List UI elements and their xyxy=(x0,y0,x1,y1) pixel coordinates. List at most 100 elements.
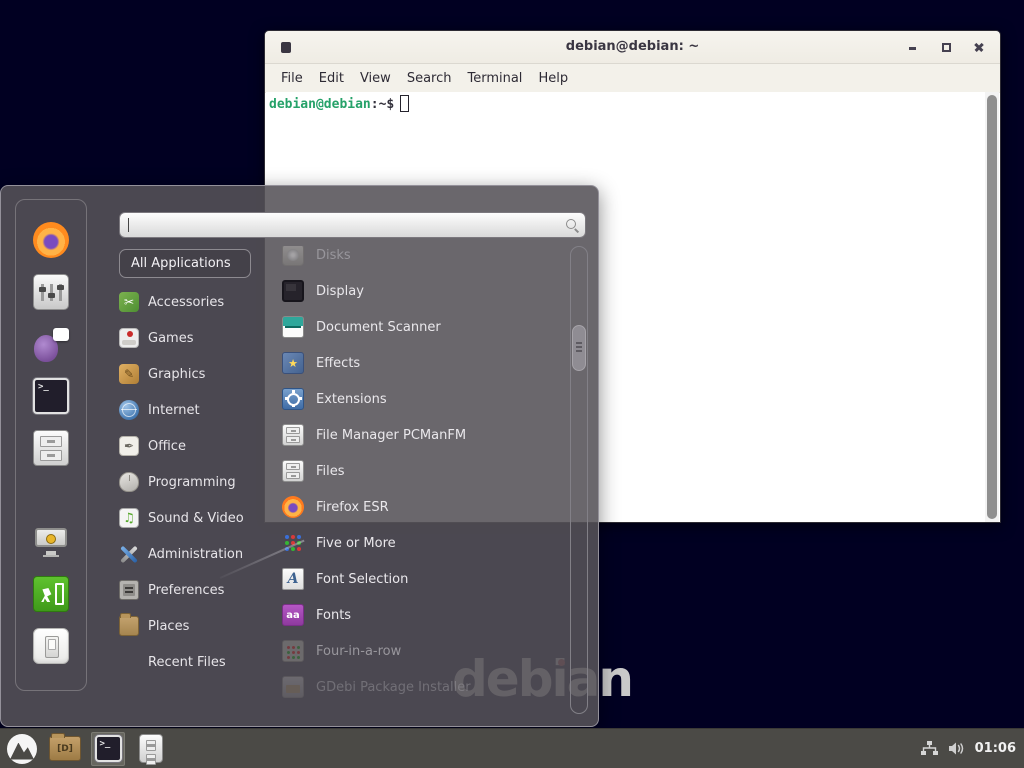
category-sound-video[interactable]: Sound & Video xyxy=(119,500,251,536)
cabinet-icon xyxy=(282,424,304,446)
menu-scrollbar[interactable] xyxy=(570,246,588,714)
app-file-manager-pcmanfm[interactable]: File Manager PCManFM xyxy=(282,417,570,453)
category-programming[interactable]: Programming xyxy=(119,464,251,500)
app-fonts[interactable]: Fonts xyxy=(282,597,570,633)
favorite-firefox-icon[interactable] xyxy=(33,222,69,258)
menu-help[interactable]: Help xyxy=(530,68,576,89)
menu-search-wrap xyxy=(119,212,586,238)
maximize-icon[interactable] xyxy=(939,40,953,54)
prompt-user-host: debian@debian xyxy=(269,97,371,112)
programming-icon xyxy=(119,472,139,492)
category-internet[interactable]: Internet xyxy=(119,392,251,428)
category-label: Graphics xyxy=(148,367,205,382)
app-label: Disks xyxy=(316,248,351,263)
app-files[interactable]: Files xyxy=(282,453,570,489)
search-icon xyxy=(566,219,576,229)
app-label: Extensions xyxy=(316,392,387,407)
file-manager-icon xyxy=(139,734,163,763)
app-label: Fonts xyxy=(316,608,351,623)
terminal-cursor xyxy=(400,95,409,112)
launcher-desktop-folder[interactable]: [D] xyxy=(48,732,82,766)
terminal-scrollbar-thumb[interactable] xyxy=(987,95,997,519)
window-controls xyxy=(906,31,986,63)
app-font-selection[interactable]: Font Selection xyxy=(282,561,570,597)
app-label: Font Selection xyxy=(316,572,408,587)
favorite-pidgin-icon[interactable] xyxy=(33,326,69,362)
app-display[interactable]: Display xyxy=(282,273,570,309)
menu-terminal[interactable]: Terminal xyxy=(459,68,530,89)
taskbar: [D] 01:06 xyxy=(0,728,1024,768)
category-label: Places xyxy=(148,619,189,634)
menu-icon xyxy=(7,734,37,764)
category-places[interactable]: Places xyxy=(119,608,251,644)
launcher-menu[interactable] xyxy=(5,732,39,766)
network-icon[interactable] xyxy=(921,741,939,757)
lock-icon[interactable] xyxy=(33,524,69,560)
terminal-titlebar[interactable]: debian@debian: ~ xyxy=(265,31,1000,64)
application-menu: All Applications AccessoriesGames Graphics… xyxy=(0,185,599,727)
accessories-icon xyxy=(119,292,139,312)
terminal-window-title: debian@debian: ~ xyxy=(265,31,1000,63)
terminal-scrollbar[interactable] xyxy=(985,92,999,522)
app-firefox-esr[interactable]: Firefox ESR xyxy=(282,489,570,525)
graphics-icon xyxy=(119,364,139,384)
category-label: Recent Files xyxy=(148,655,226,670)
disks-icon xyxy=(282,246,304,266)
terminal-menubar: FileEditViewSearchTerminalHelp xyxy=(265,64,1000,93)
clock[interactable]: 01:06 xyxy=(975,741,1016,756)
shutdown-icon[interactable] xyxy=(33,628,69,664)
games-icon xyxy=(119,328,139,348)
category-office[interactable]: Office xyxy=(119,428,251,464)
category-accessories[interactable]: Accessories xyxy=(119,284,251,320)
app-label: Files xyxy=(316,464,345,479)
category-label: Sound & Video xyxy=(148,511,244,526)
preferences-icon xyxy=(119,580,139,600)
category-label: Office xyxy=(148,439,186,454)
four-in-a-row-icon xyxy=(282,640,304,662)
application-list: Disks DisplayDocument ScannerEffects Exten… xyxy=(282,246,570,708)
category-games[interactable]: Games xyxy=(119,320,251,356)
category-graphics[interactable]: Graphics xyxy=(119,356,251,392)
office-icon xyxy=(119,436,139,456)
app-extensions[interactable]: Extensions xyxy=(282,381,570,417)
launcher-file-manager[interactable] xyxy=(134,732,168,766)
favorite-cabinet-icon[interactable] xyxy=(33,430,69,466)
launcher-terminal[interactable] xyxy=(91,732,125,766)
effects-icon xyxy=(282,352,304,374)
font-selection-icon xyxy=(282,568,304,590)
category-label: Administration xyxy=(148,547,243,562)
prompt-path: :~$ xyxy=(371,97,394,112)
app-gdebi-package-installer[interactable]: GDebi Package Installer xyxy=(282,669,570,705)
category-administration[interactable]: Administration xyxy=(119,536,251,572)
app-effects[interactable]: Effects xyxy=(282,345,570,381)
app-four-in-a-row[interactable]: Four-in-a-row xyxy=(282,633,570,669)
category-preferences[interactable]: Preferences xyxy=(119,572,251,608)
category-recent-files[interactable]: Recent Files xyxy=(119,644,251,680)
menu-view[interactable]: View xyxy=(352,68,399,89)
text-caret xyxy=(128,218,129,232)
logout-icon[interactable] xyxy=(33,576,69,612)
places-icon xyxy=(119,616,139,636)
menu-search[interactable]: Search xyxy=(399,68,460,89)
category-label: All Applications xyxy=(131,256,231,271)
category-all-applications[interactable]: All Applications xyxy=(119,249,251,278)
menu-file[interactable]: File xyxy=(273,68,311,89)
app-label: Firefox ESR xyxy=(316,500,389,515)
menu-scrollbar-thumb[interactable] xyxy=(572,325,586,371)
favorite-mixer-icon[interactable] xyxy=(33,274,69,310)
close-icon[interactable] xyxy=(972,40,986,54)
internet-icon xyxy=(119,400,139,420)
document-scanner-icon xyxy=(282,316,304,338)
minimize-icon[interactable] xyxy=(906,40,920,54)
menu-edit[interactable]: Edit xyxy=(311,68,352,89)
app-disks[interactable]: Disks xyxy=(282,246,570,273)
display-icon xyxy=(282,280,304,302)
favorite-terminal-icon[interactable] xyxy=(33,378,69,414)
sound-video-icon xyxy=(119,508,139,528)
volume-icon[interactable] xyxy=(948,741,966,757)
app-five-or-more[interactable]: Five or More xyxy=(282,525,570,561)
app-document-scanner[interactable]: Document Scanner xyxy=(282,309,570,345)
search-input[interactable] xyxy=(119,212,586,238)
app-label: File Manager PCManFM xyxy=(316,428,466,443)
desktop-folder-icon: [D] xyxy=(49,736,81,761)
